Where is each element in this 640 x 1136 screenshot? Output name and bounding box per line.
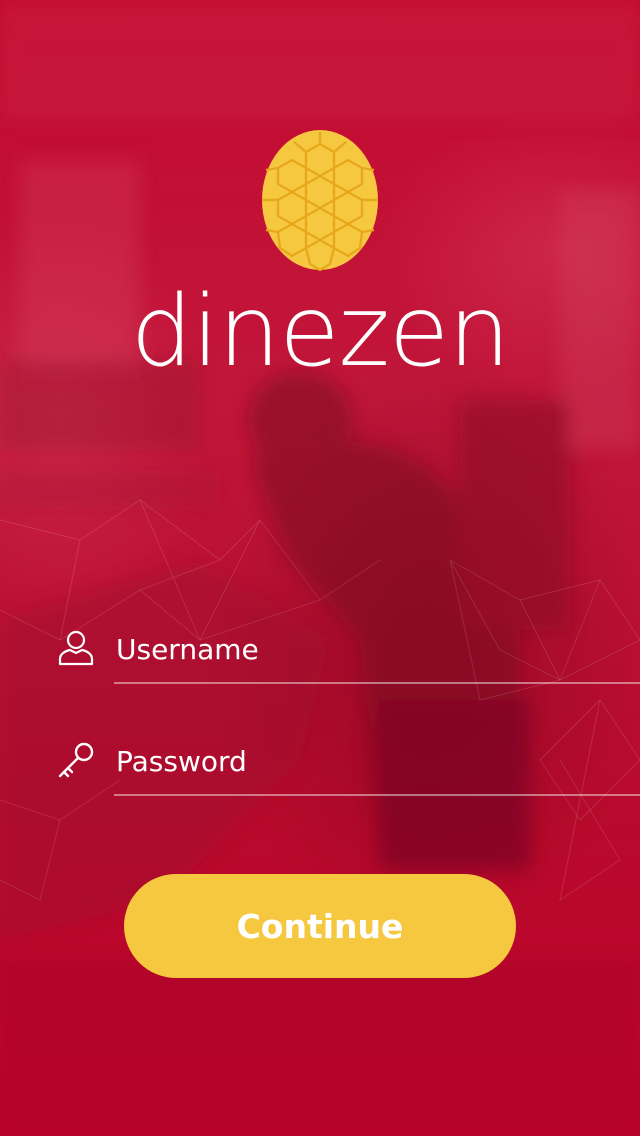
user-icon [58,630,94,666]
login-screen: dinezen Continue [0,0,640,1136]
username-field [0,618,640,698]
password-field [0,730,640,810]
continue-button[interactable]: Continue [124,874,516,978]
username-underline [114,682,640,684]
password-underline [114,794,640,796]
key-icon [58,742,94,778]
turtle-shell-icon [262,130,378,272]
password-input[interactable] [116,736,636,786]
brand-name: dinezen [130,275,511,389]
username-input[interactable] [116,624,636,674]
